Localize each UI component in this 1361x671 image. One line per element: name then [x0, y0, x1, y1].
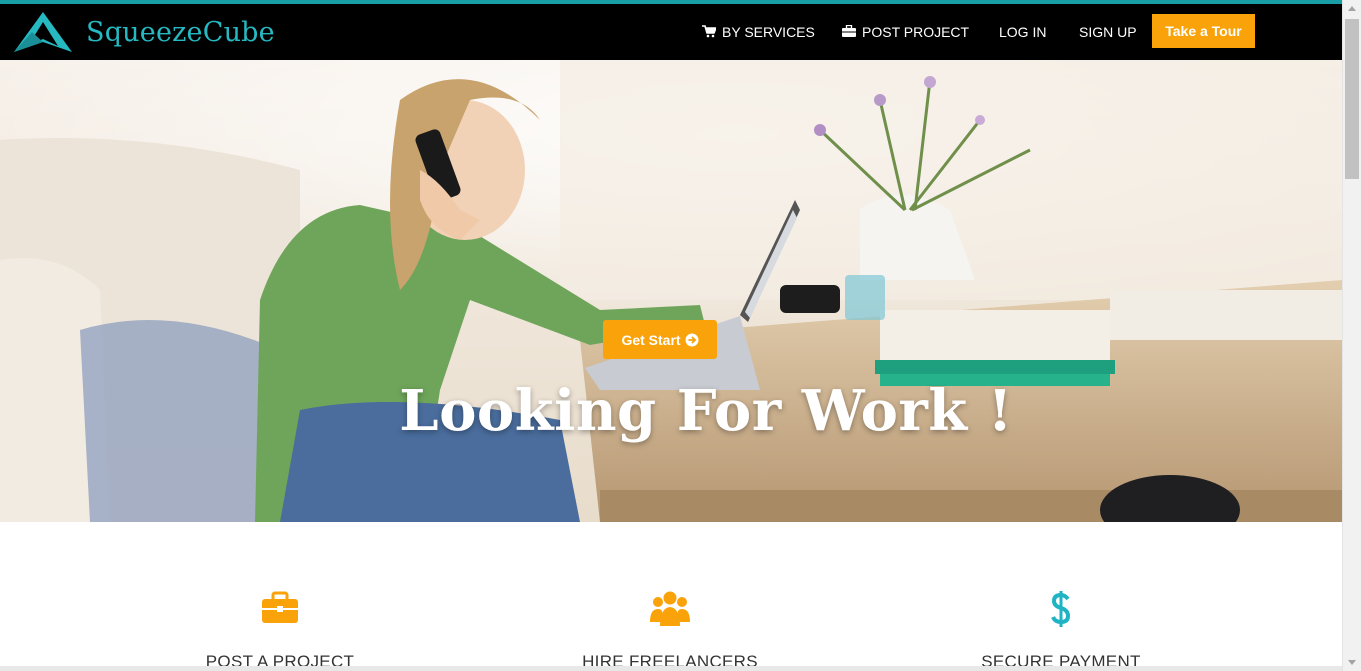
scroll-up-arrow-icon[interactable] [1343, 0, 1361, 17]
nav-by-services[interactable]: BY SERVICES [702, 22, 815, 42]
scroll-down-arrow-icon[interactable] [1343, 654, 1361, 671]
hero-title: Looking For Work ! [399, 378, 1013, 444]
nav-sign-up[interactable]: SIGN UP [1079, 22, 1137, 42]
arrow-circle-right-icon [685, 333, 699, 347]
feature-hire-freelancers: HIRE FREELANCERS [540, 590, 800, 671]
navbar: SqueezeCube BY SERVICES POST PROJECT LOG… [0, 4, 1342, 60]
briefcase-icon [842, 25, 858, 39]
users-icon [650, 591, 690, 626]
browser-taskbar-strip [0, 666, 1342, 671]
shopping-cart-icon [702, 25, 718, 39]
get-start-label: Get Start [621, 331, 681, 348]
nav-log-in[interactable]: LOG IN [999, 22, 1046, 42]
vertical-scrollbar[interactable] [1342, 0, 1361, 671]
take-a-tour-button[interactable]: Take a Tour [1152, 14, 1255, 48]
nav-post-project[interactable]: POST PROJECT [842, 22, 969, 42]
feature-post-a-project: POST A PROJECT [150, 590, 410, 671]
get-start-button[interactable]: Get Start [603, 320, 717, 359]
nav-by-services-label: BY SERVICES [722, 24, 815, 40]
feature-secure-payment: SECURE PAYMENT [931, 590, 1191, 671]
main-nav: BY SERVICES POST PROJECT LOG IN SIGN UP … [0, 4, 1342, 60]
nav-sign-up-label: SIGN UP [1079, 24, 1137, 40]
hero-banner: Get Start Looking For Work ! [0, 60, 1342, 522]
nav-log-in-label: LOG IN [999, 24, 1047, 40]
briefcase-icon [262, 591, 298, 623]
dollar-icon [1051, 591, 1071, 627]
nav-post-project-label: POST PROJECT [862, 24, 970, 40]
hero-background-image [0, 60, 1342, 522]
scrollbar-thumb[interactable] [1345, 19, 1359, 179]
